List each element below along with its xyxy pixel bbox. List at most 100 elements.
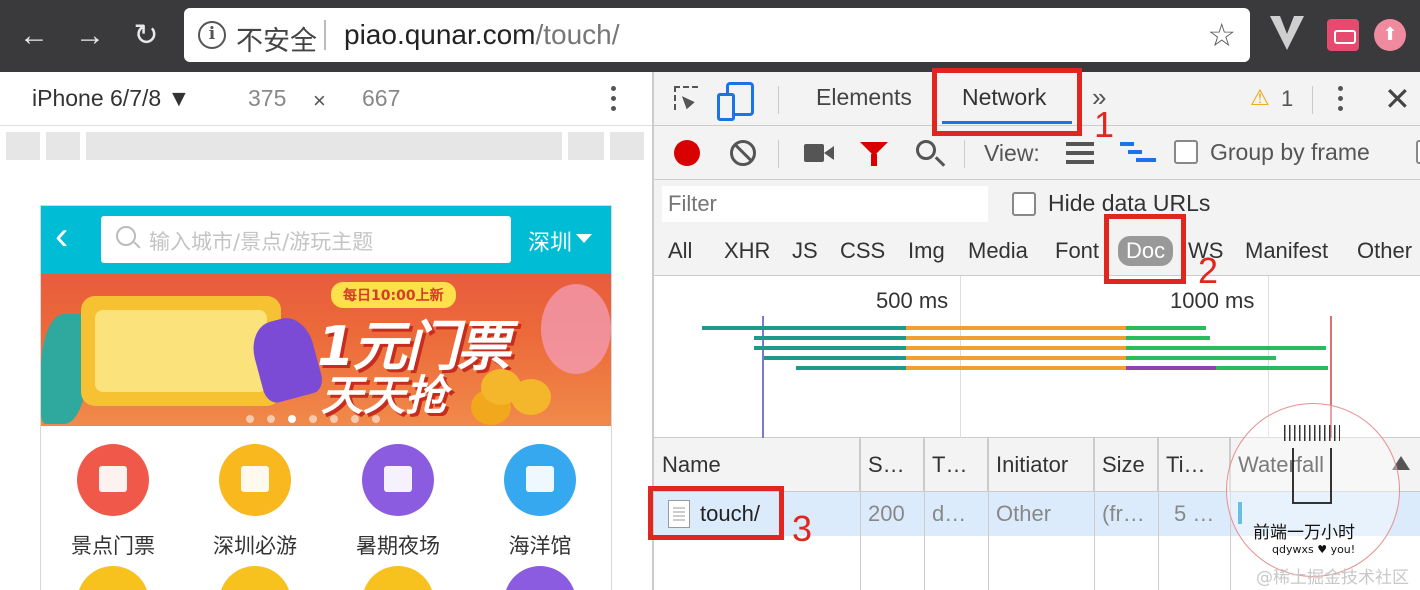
devtools-menu-icon[interactable] [1338,86,1344,116]
browser-toolbar: ← → ↻ i 不安全 piao.qunar.com/touch/ ☆ ⬆ [0,0,1420,72]
highlight-doc-filter [1104,214,1186,284]
filter-input[interactable] [662,186,988,222]
inspect-element-icon[interactable] [674,86,698,110]
phone-search-input[interactable]: 输入城市/景点/游玩主题 [101,216,511,263]
reload-button[interactable]: ↻ [128,18,164,54]
category-label: 深圳必游 [213,534,297,558]
type-filter-media[interactable]: Media [964,236,1032,266]
column-type[interactable]: T… [924,438,988,492]
timeline-bar [906,356,1126,360]
promo-banner[interactable]: 每日10:00上新 1元门票 天天抢 [41,274,611,426]
divider [964,140,965,168]
timeline-bar [1126,366,1216,370]
address-bar[interactable]: i 不安全 piao.qunar.com/touch/ ☆ [184,8,1250,62]
leaf-decoration [541,284,611,374]
city-select[interactable]: 深圳 [528,225,572,257]
category-item[interactable]: 景点门票 [63,444,163,560]
back-chevron-icon[interactable]: ‹ [55,214,68,259]
viewport-height[interactable]: 667 [362,85,400,112]
warning-count[interactable]: 1 [1281,86,1293,112]
timeline-bar [906,366,1126,370]
clear-icon[interactable] [730,140,756,166]
divider [1312,86,1313,114]
column-divider [924,438,925,590]
url-path: /touch/ [535,19,620,50]
step-number-3: 3 [792,508,813,549]
filter-icon[interactable] [860,142,888,166]
caret-down-icon[interactable] [576,234,592,243]
carousel-dots[interactable] [246,410,393,423]
category-item[interactable]: 深圳必游 [205,444,305,560]
category-item[interactable]: 暑期夜场 [348,444,448,560]
type-filter-all[interactable]: All [664,236,696,266]
upload-extension-icon[interactable]: ⬆ [1374,19,1406,51]
device-menu-icon[interactable] [611,86,617,116]
record-icon[interactable] [674,140,700,166]
type-filter-font[interactable]: Font [1051,236,1103,266]
timeline-bar [1126,336,1210,340]
step-number-1: 1 [1094,104,1115,145]
type-filter-xhr[interactable]: XHR [720,236,774,266]
type-filter-img[interactable]: Img [904,236,949,266]
column-status[interactable]: S… [860,438,924,492]
large-rows-icon[interactable] [1066,142,1094,164]
seal-icon [504,444,576,516]
type-filter-css[interactable]: CSS [836,236,889,266]
warning-icon[interactable]: ⚠ [1250,85,1270,111]
type-filter-other[interactable]: Other [1353,236,1416,266]
timeline-label-500: 500 ms [876,288,949,313]
overview-icon[interactable] [1120,142,1156,164]
timeline-bar [1126,346,1326,350]
hide-data-urls-checkbox[interactable] [1012,192,1036,216]
tab-elements[interactable]: Elements [816,84,912,111]
column-time[interactable]: Ti… [1158,438,1230,492]
viewport-width[interactable]: 375 [248,85,286,112]
checkbox-partial[interactable] [1416,140,1420,164]
column-size[interactable]: Size [1094,438,1158,492]
vue-extension-icon[interactable] [1270,16,1304,50]
column-initiator[interactable]: Initiator [988,438,1094,492]
category-icon-partial[interactable] [504,566,576,590]
extension-icon[interactable] [1327,19,1359,51]
category-item[interactable]: 海洋馆 [490,444,590,560]
device-select[interactable]: iPhone 6/7/8 ▼ [32,85,190,112]
category-label: 景点门票 [71,534,155,558]
watermark-title: 前端一万小时 [1253,523,1355,543]
request-type: d… [932,501,967,526]
device-toolbar: iPhone 6/7/8 ▼ 375 × 667 [0,72,652,126]
timeline-bar [702,326,906,330]
timeline-bar [1126,356,1276,360]
column-divider [860,438,861,590]
timeline-bar [1126,326,1206,330]
phone-header: ‹ 输入城市/景点/游玩主题 深圳 [41,206,611,274]
filter-bar: Hide data URLs All XHR JS CSS Img Media … [654,180,1420,276]
phone-viewport: ‹ 输入城市/景点/游玩主题 深圳 每日10:00上新 1元门票 天天抢 景点门… [40,205,612,590]
timeline-bar [796,366,906,370]
group-by-frame-checkbox[interactable] [1174,140,1198,164]
category-icon-partial[interactable] [219,566,291,590]
category-icon-partial[interactable] [362,566,434,590]
device-toggle-icon[interactable] [717,82,754,121]
category-icon-partial[interactable] [77,566,149,590]
search-icon[interactable] [916,140,936,160]
step-number-2: 2 [1198,250,1219,291]
moon-icon [362,444,434,516]
column-divider [988,438,989,590]
coins-illustration [481,369,521,405]
bookmark-star-icon[interactable]: ☆ [1207,16,1236,54]
timeline-bar [754,346,906,350]
back-button[interactable]: ← [16,18,52,54]
close-devtools-icon[interactable]: ✕ [1384,80,1411,118]
watermark-credit: @稀土掘金技术社区 [1256,568,1409,588]
security-label: 不安全 [236,26,317,57]
info-icon[interactable]: i [198,21,226,49]
url-text[interactable]: piao.qunar.com/touch/ [344,19,620,51]
type-filter-js[interactable]: JS [788,236,822,266]
column-name[interactable]: Name [654,438,860,492]
timeline-bar [764,356,906,360]
watermark-hair [1284,425,1340,441]
type-filter-manifest[interactable]: Manifest [1241,236,1332,266]
forward-button[interactable]: → [72,18,108,54]
request-size: (fr… [1102,501,1145,526]
screenshot-camera-icon[interactable] [804,144,834,162]
